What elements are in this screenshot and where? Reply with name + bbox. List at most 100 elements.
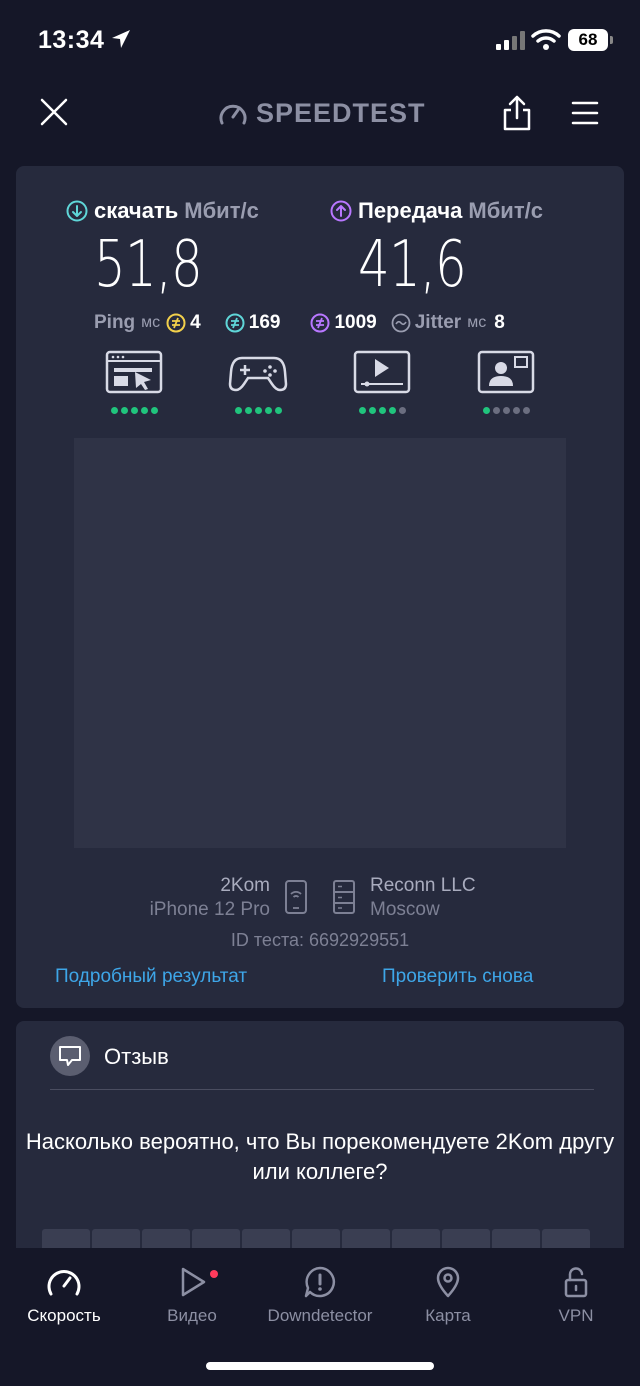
rating-dot — [274, 407, 282, 414]
battery-cap — [610, 36, 613, 44]
tab-map-label: Карта — [425, 1306, 471, 1325]
rating-dot — [358, 407, 366, 414]
ping-download-value: 169 — [248, 312, 281, 333]
rating-dot — [378, 407, 386, 414]
tab-vpn-label: VPN — [558, 1306, 594, 1325]
ping-label: Ping — [94, 312, 136, 333]
rating-dot — [368, 407, 376, 414]
video-streaming-icon — [353, 350, 411, 394]
feedback-card: Отзыв Насколько вероятно, что Вы пореком… — [16, 1021, 624, 1261]
provider-name: 2Kom — [220, 875, 270, 896]
rating-dot — [492, 407, 500, 414]
upload-label: Передача — [358, 198, 463, 223]
tab-vpn[interactable]: VPN — [512, 1266, 640, 1326]
rating-dot — [244, 407, 252, 414]
quality-rating — [228, 407, 288, 414]
upload-speed-value: 41,6 — [358, 228, 467, 302]
download-latency-icon — [225, 313, 245, 333]
download-label: скачать — [94, 198, 179, 223]
quality-rating — [352, 407, 412, 414]
test-id: ID теста: 6692929551 — [230, 930, 410, 950]
ping-upload-value: 1009 — [334, 312, 377, 333]
quality-rating — [104, 407, 164, 414]
server-city: Moscow — [370, 899, 440, 920]
rating-dot — [150, 407, 158, 414]
download-header: скачать Мбит/с — [66, 198, 259, 224]
brand-name: SPEEDTEST — [256, 98, 426, 128]
server-info[interactable]: Reconn LLC Moscow — [370, 874, 476, 922]
feedback-divider — [50, 1089, 594, 1090]
location-arrow-icon — [112, 30, 130, 48]
tab-speed[interactable]: Скорость — [0, 1266, 128, 1326]
jitter-unit: мс — [467, 314, 487, 331]
rating-dot — [110, 407, 118, 414]
upload-header: Передача Мбит/с — [330, 198, 543, 224]
alert-icon — [304, 1266, 336, 1298]
close-button[interactable] — [38, 96, 70, 128]
device-name: iPhone 12 Pro — [149, 899, 270, 920]
tab-video-label: Видео — [167, 1306, 217, 1325]
speech-bubble-icon — [59, 1046, 81, 1066]
upload-latency-icon — [310, 313, 330, 333]
feedback-question: Насколько вероятно, что Вы порекомендует… — [25, 1129, 615, 1184]
tab-map[interactable]: Карта — [384, 1266, 512, 1326]
map-pin-icon — [436, 1266, 460, 1298]
download-unit: Мбит/с — [184, 198, 259, 223]
idle-latency-icon — [166, 313, 186, 333]
rating-dot — [254, 407, 262, 414]
cellular-signal-icon — [496, 30, 525, 50]
tab-downdetector-label: Downdetector — [267, 1306, 373, 1325]
rating-dot — [120, 407, 128, 414]
server-icon — [333, 880, 355, 914]
quality-video-call — [476, 350, 536, 414]
gaming-icon — [228, 356, 288, 392]
ping-unit: мс — [141, 314, 161, 331]
server-name: Reconn LLC — [370, 875, 476, 896]
web-browsing-icon — [105, 350, 163, 394]
rating-dot — [388, 407, 396, 414]
rating-dot — [398, 407, 406, 414]
status-time: 13:34 — [38, 26, 105, 54]
rating-dot — [234, 407, 242, 414]
tab-video[interactable]: Видео — [128, 1266, 256, 1326]
ping-download: 169 — [225, 312, 281, 334]
ping-upload: 1009 — [310, 312, 377, 334]
video-call-icon — [477, 350, 535, 394]
detailed-result-link[interactable]: Подробный результат — [55, 966, 247, 988]
rating-dot — [512, 407, 520, 414]
speedtest-logo: SPEEDTEST — [218, 98, 426, 129]
quality-gaming — [228, 350, 288, 414]
tab-downdetector[interactable]: Downdetector — [256, 1266, 384, 1326]
jitter-icon — [391, 313, 411, 333]
feedback-title: Отзыв — [104, 1044, 169, 1069]
jitter-label: Jitter — [414, 312, 462, 333]
rating-dot — [264, 407, 272, 414]
speed-graph-area — [74, 438, 566, 848]
jitter-value: 8 — [494, 312, 505, 333]
rating-dot — [482, 407, 490, 414]
lock-icon — [564, 1267, 588, 1298]
phone-wifi-icon — [285, 880, 307, 914]
speed-gauge-icon — [47, 1270, 81, 1296]
menu-button[interactable] — [570, 98, 600, 128]
battery-indicator: 68 — [568, 29, 608, 51]
wifi-icon — [531, 29, 561, 50]
latency-row: Ping мс 4 169 1009 Jitter мс 8 — [94, 312, 505, 334]
tab-speed-label: Скорость — [27, 1306, 101, 1325]
play-icon — [181, 1267, 206, 1297]
provider-info: 2Kom iPhone 12 Pro — [150, 874, 270, 922]
ping-idle: 4 — [166, 312, 201, 334]
status-bar: 13:34 68 — [0, 0, 640, 80]
quality-rating — [476, 407, 536, 414]
upload-arrow-icon — [330, 200, 352, 222]
quality-video-streaming — [352, 350, 412, 414]
test-again-link[interactable]: Проверить снова — [382, 966, 533, 988]
home-indicator — [206, 1362, 434, 1370]
speedtest-gauge-icon — [219, 104, 247, 124]
upload-unit: Мбит/с — [468, 198, 543, 223]
ping-idle-value: 4 — [190, 312, 201, 333]
jitter: Jitter мс 8 — [391, 312, 505, 334]
share-button[interactable] — [500, 94, 534, 132]
download-speed-value: 51,8 — [94, 228, 203, 302]
feedback-avatar — [50, 1036, 90, 1076]
